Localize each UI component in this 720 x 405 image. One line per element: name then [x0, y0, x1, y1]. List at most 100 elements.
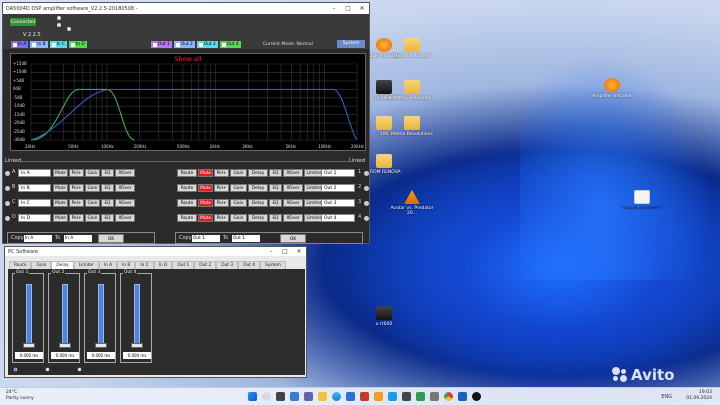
- copy-in-ok-button[interactable]: OK: [98, 234, 124, 243]
- in-pol-button[interactable]: Pol+: [69, 184, 84, 192]
- close-icon[interactable]: ✕: [292, 248, 306, 255]
- input-name-field[interactable]: In C: [18, 199, 51, 207]
- tab-gain[interactable]: Gain: [31, 261, 52, 269]
- out-route-button[interactable]: Route: [177, 184, 197, 192]
- edge-icon[interactable]: [332, 392, 341, 401]
- delay-slider-track[interactable]: [62, 284, 68, 346]
- check-out-2[interactable]: Out 2: [173, 41, 195, 48]
- copy-in-to-select[interactable]: In A: [64, 235, 92, 242]
- in-gain-button[interactable]: Gain: [85, 199, 100, 207]
- out-mute-button[interactable]: Mute: [198, 214, 213, 222]
- out-delay-button[interactable]: Delay: [248, 199, 268, 207]
- input-name-field[interactable]: In A: [18, 169, 51, 177]
- input-name-field[interactable]: In B: [18, 184, 51, 192]
- app-icon-1[interactable]: [360, 392, 369, 401]
- channel-indicator-icon[interactable]: [364, 216, 369, 221]
- out-pol-button[interactable]: Pol+: [214, 199, 229, 207]
- in-mute-button[interactable]: Mute: [53, 199, 68, 207]
- copy-out-from-select[interactable]: Out 1: [192, 235, 220, 242]
- check-out-1[interactable]: Out 1: [151, 41, 172, 48]
- delay-value-field[interactable]: 0.000 ms: [87, 352, 115, 359]
- out-route-button[interactable]: Route: [177, 169, 197, 177]
- tab-out-2[interactable]: Out 2: [194, 261, 217, 269]
- windows-start-icon[interactable]: [248, 392, 257, 401]
- eq-graph[interactable]: Show all +15dB +10dB +5dB 0dB -5dB -10dB -15dB…: [10, 53, 366, 151]
- delay-value-field[interactable]: 0.000 ms: [15, 352, 43, 359]
- app-icon-8[interactable]: [472, 392, 481, 401]
- system-button[interactable]: System: [337, 40, 365, 48]
- output-name-field[interactable]: Out 4: [321, 214, 355, 222]
- delay-slider-track[interactable]: [134, 284, 140, 346]
- out-xover-button[interactable]: XOver: [283, 184, 303, 192]
- out-eq-button[interactable]: EQ: [269, 169, 282, 177]
- radio-dot-2[interactable]: [57, 23, 61, 27]
- pc-titlebar[interactable]: PC Software – □ ✕: [5, 247, 306, 256]
- out-gain-button[interactable]: Gain: [230, 184, 247, 192]
- channel-indicator-icon[interactable]: [364, 186, 369, 191]
- store-icon[interactable]: [346, 392, 355, 401]
- out-delay-button[interactable]: Delay: [248, 169, 268, 177]
- out-mute-button[interactable]: Mute: [198, 184, 213, 192]
- radio-dot-1[interactable]: [57, 16, 61, 20]
- desktop-icon[interactable]: x-rt600: [362, 306, 406, 327]
- delay-value-field[interactable]: 0.000 ms: [51, 352, 79, 359]
- app-icon-4[interactable]: [402, 392, 411, 401]
- channel-indicator-icon[interactable]: [5, 216, 10, 221]
- out-route-button[interactable]: Route: [177, 199, 197, 207]
- in-xover-button[interactable]: XOver: [115, 214, 135, 222]
- maximize-icon[interactable]: □: [341, 5, 355, 12]
- in-gain-button[interactable]: Gain: [85, 214, 100, 222]
- desktop-icon[interactable]: Новый документ: [620, 190, 664, 211]
- in-pol-button[interactable]: Pol+: [69, 214, 84, 222]
- app-icon-3[interactable]: [388, 392, 397, 401]
- copy-out-ok-button[interactable]: OK: [280, 234, 306, 243]
- minimize-icon[interactable]: –: [264, 248, 278, 255]
- out-pol-button[interactable]: Pol+: [214, 169, 229, 177]
- tab-system[interactable]: System: [259, 261, 286, 269]
- desktop-icon[interactable]: Matrix Revolutions: [390, 116, 434, 137]
- tab-out-3[interactable]: Out 3: [216, 261, 239, 269]
- in-eq-button[interactable]: EQ: [101, 199, 114, 207]
- out-xover-button[interactable]: XOver: [283, 214, 303, 222]
- tab-route[interactable]: Route: [9, 261, 32, 269]
- channel-indicator-icon[interactable]: [364, 171, 369, 176]
- delay-value-field[interactable]: 0.000 ms: [123, 352, 151, 359]
- copy-in-from-select[interactable]: In A: [24, 235, 52, 242]
- out-route-button[interactable]: Route: [177, 214, 197, 222]
- out-xover-button[interactable]: XOver: [283, 199, 303, 207]
- channel-indicator-icon[interactable]: [364, 201, 369, 206]
- tab-in-c[interactable]: In C: [135, 261, 154, 269]
- app-icon-7[interactable]: [458, 392, 467, 401]
- chrome-icon[interactable]: [444, 392, 453, 401]
- app-icon-5[interactable]: [416, 392, 425, 401]
- tab-in-d[interactable]: In D: [153, 261, 173, 269]
- out-mute-button[interactable]: Mute: [198, 199, 213, 207]
- out-eq-button[interactable]: EQ: [269, 184, 282, 192]
- copy-out-to-select[interactable]: Out 1: [232, 235, 260, 242]
- tab-delay[interactable]: Delay: [51, 261, 74, 269]
- taskbar-clock[interactable]: 19:03 01.09.2024: [686, 390, 712, 402]
- output-name-field[interactable]: Out 3: [321, 199, 355, 207]
- in-eq-button[interactable]: EQ: [101, 184, 114, 192]
- check-in-b[interactable]: In B: [30, 41, 48, 48]
- out-gain-button[interactable]: Gain: [230, 169, 247, 177]
- search-icon[interactable]: [262, 392, 271, 401]
- out-delay-button[interactable]: Delay: [248, 184, 268, 192]
- tab-limiter[interactable]: Limiter: [73, 261, 99, 269]
- in-pol-button[interactable]: Pol+: [69, 199, 84, 207]
- minimize-icon[interactable]: –: [327, 5, 341, 12]
- delay-slider-track[interactable]: [26, 284, 32, 346]
- connect-button[interactable]: Connected: [9, 17, 37, 27]
- desktop-icon[interactable]: Amplifier Installer: [590, 78, 634, 99]
- app-icon-2[interactable]: [374, 392, 383, 401]
- unit-feet[interactable]: Feet: [77, 367, 94, 372]
- out-delay-button[interactable]: Delay: [248, 214, 268, 222]
- channel-indicator-icon[interactable]: [5, 171, 10, 176]
- in-eq-button[interactable]: EQ: [101, 169, 114, 177]
- delay-slider-handle[interactable]: [59, 343, 71, 348]
- radio-dot-3[interactable]: [67, 27, 71, 31]
- dsp-titlebar[interactable]: DA5004D DSP amplifier software_V2.2.5-20…: [3, 3, 369, 14]
- delay-slider-handle[interactable]: [131, 343, 143, 348]
- in-gain-button[interactable]: Gain: [85, 184, 100, 192]
- tray-lang[interactable]: ENG: [661, 394, 672, 400]
